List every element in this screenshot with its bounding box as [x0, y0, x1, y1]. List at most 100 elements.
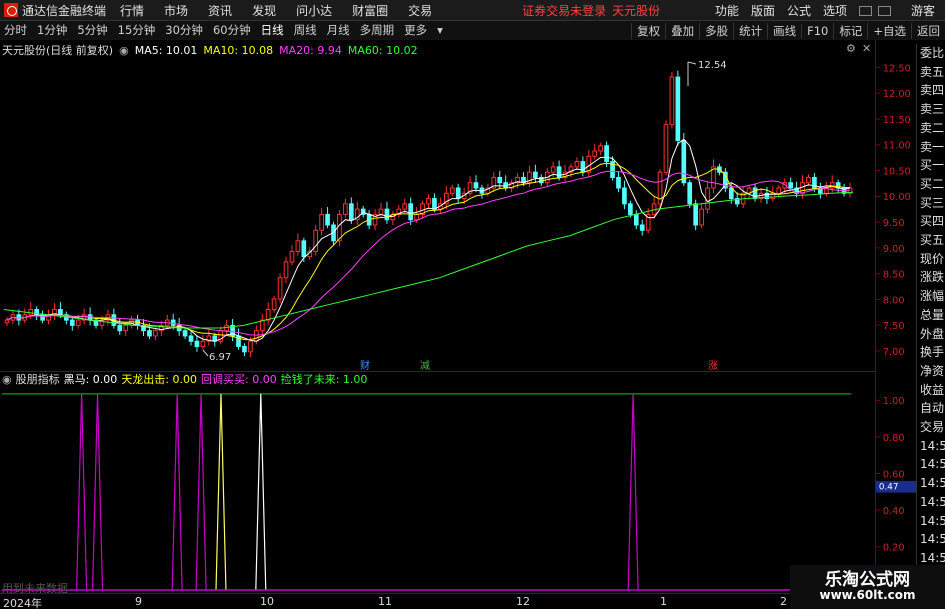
candle-body [242, 346, 247, 353]
candle-body [426, 198, 431, 205]
side-item[interactable]: 14:56 [917, 530, 945, 549]
statistics-button[interactable]: 统计 [733, 22, 767, 39]
tab-30min[interactable]: 30分钟 [165, 22, 203, 38]
candle-body [69, 319, 75, 326]
legend-toggle-icon[interactable]: ◉ [119, 44, 129, 57]
marker-rise[interactable]: 涨 [708, 360, 718, 370]
marker-reduce[interactable]: 减 [420, 360, 430, 370]
side-item[interactable]: 卖二 [917, 119, 945, 138]
menu-formula[interactable]: 公式 [787, 2, 811, 19]
tab-multi-period[interactable]: 多周期 [360, 22, 395, 38]
candle-body [75, 319, 81, 326]
menu-options[interactable]: 选项 [823, 2, 847, 19]
candle-body [301, 240, 307, 258]
y-tick-label: 11.50 [883, 115, 911, 126]
indicator-legend: ◉ 股朋指标 黑马: 0.00 天龙出击: 0.00 回调买买: 0.00 捡钱… [0, 371, 371, 387]
candle-body [117, 324, 123, 332]
side-item[interactable]: 卖三 [917, 100, 945, 119]
side-item[interactable]: 涨幅 [917, 287, 945, 306]
side-item[interactable]: 净资 [917, 362, 945, 381]
tab-5min[interactable]: 5分钟 [77, 22, 107, 38]
tab-monthly[interactable]: 月线 [327, 22, 350, 38]
side-item[interactable]: 买一 [917, 156, 945, 175]
indicator-chart[interactable] [0, 371, 875, 593]
tab-60min[interactable]: 60分钟 [213, 22, 251, 38]
guest-user[interactable]: 游客 [911, 2, 935, 19]
overlay-button[interactable]: 叠加 [665, 22, 699, 39]
side-item[interactable]: 现价 [917, 250, 945, 269]
tab-15min[interactable]: 15分钟 [118, 22, 156, 38]
y-tick-label: 10.50 [883, 166, 911, 177]
menu-quotes[interactable]: 行情 [120, 2, 144, 19]
side-item[interactable]: 买四 [917, 212, 945, 231]
side-item[interactable]: 委比 [917, 44, 945, 63]
menu-market[interactable]: 市场 [164, 2, 188, 19]
lower-axis-ticks: 1.00 0.80 0.60 0.40 0.20 [876, 396, 905, 554]
side-item[interactable]: 14:56 [917, 493, 945, 512]
window-restore-icon[interactable] [877, 5, 891, 16]
price-axis: 12.50 12.00 11.50 11.00 10.50 10.00 9.50 9.00 8.… [875, 40, 916, 595]
more-dropdown-icon[interactable]: ▾ [437, 23, 443, 37]
side-item[interactable]: 买二 [917, 175, 945, 194]
side-item[interactable]: 外盘 [917, 325, 945, 344]
restore-rights-button[interactable]: 复权 [631, 22, 665, 39]
menu-discover[interactable]: 发现 [252, 2, 276, 19]
menu-news[interactable]: 资讯 [208, 2, 232, 19]
y-tick-label: 9.00 [883, 244, 905, 255]
side-item[interactable]: 换手 [917, 343, 945, 362]
side-item[interactable]: 涨跌 [917, 268, 945, 287]
current-value-label: 0.47 [879, 483, 899, 493]
close-icon[interactable]: ✕ [862, 42, 871, 55]
f10-button[interactable]: F10 [801, 23, 833, 38]
side-item[interactable]: 14:56 [917, 437, 945, 456]
candle-body [16, 314, 22, 321]
back-button[interactable]: 返回 [911, 22, 945, 39]
menu-wealth[interactable]: 财富圈 [352, 2, 388, 19]
candle-body [580, 161, 586, 173]
side-item[interactable]: 自动 [917, 399, 945, 418]
menu-functions[interactable]: 功能 [715, 2, 739, 19]
y-tick-label: 7.00 [883, 347, 905, 358]
candle-body [449, 187, 455, 194]
tab-weekly[interactable]: 周线 [294, 22, 317, 38]
side-item[interactable]: 交易 [917, 418, 945, 437]
y-tick-label: 12.00 [883, 89, 911, 100]
side-item[interactable]: 14:56 [917, 455, 945, 474]
add-favorite-button[interactable]: +自选 [867, 22, 911, 39]
candlestick-chart[interactable]: 12.54 6.97 财 减 涨 ⚙ ✕ [0, 40, 875, 370]
side-item[interactable]: 14:56 [917, 474, 945, 493]
candle-body [194, 340, 200, 348]
side-item[interactable]: 买五 [917, 231, 945, 250]
window-menu-icon[interactable] [858, 5, 872, 16]
app-logo-icon [4, 3, 18, 17]
date-label-feb: 2 [780, 595, 787, 608]
login-notice[interactable]: 证券交易未登录 [522, 2, 606, 19]
indicator-toggle-icon[interactable]: ◉ [2, 373, 12, 386]
side-item[interactable]: 买三 [917, 194, 945, 213]
menu-ask[interactable]: 问小达 [296, 2, 332, 19]
side-item[interactable]: 卖四 [917, 81, 945, 100]
candle-body [348, 203, 354, 221]
tab-daily[interactable]: 日线 [261, 22, 284, 38]
menu-trade[interactable]: 交易 [408, 2, 432, 19]
y-tick-label-lower: 0.40 [883, 506, 905, 517]
multi-stock-button[interactable]: 多股 [699, 22, 733, 39]
side-item[interactable]: 卖一 [917, 138, 945, 157]
side-item[interactable]: 总量 [917, 306, 945, 325]
candle-body [432, 198, 437, 210]
chart-title: 天元股份(日线 前复权) [2, 44, 114, 57]
menu-layout[interactable]: 版面 [751, 2, 775, 19]
tab-1min[interactable]: 1分钟 [37, 22, 67, 38]
settings-icon[interactable]: ⚙ [846, 42, 856, 55]
signal-spike [76, 393, 88, 591]
side-item[interactable]: 收益 [917, 381, 945, 400]
draw-line-button[interactable]: 画线 [767, 22, 801, 39]
marker-finance[interactable]: 财 [360, 359, 370, 370]
tab-intraday[interactable]: 分时 [4, 22, 27, 38]
mark-button[interactable]: 标记 [833, 22, 867, 39]
side-item[interactable]: 14:56 [917, 512, 945, 531]
tab-more[interactable]: 更多 [404, 22, 427, 38]
current-stock-name: 天元股份 [612, 3, 661, 18]
legend-ma20: MA20: 9.94 [279, 43, 342, 57]
side-item[interactable]: 卖五 [917, 63, 945, 82]
